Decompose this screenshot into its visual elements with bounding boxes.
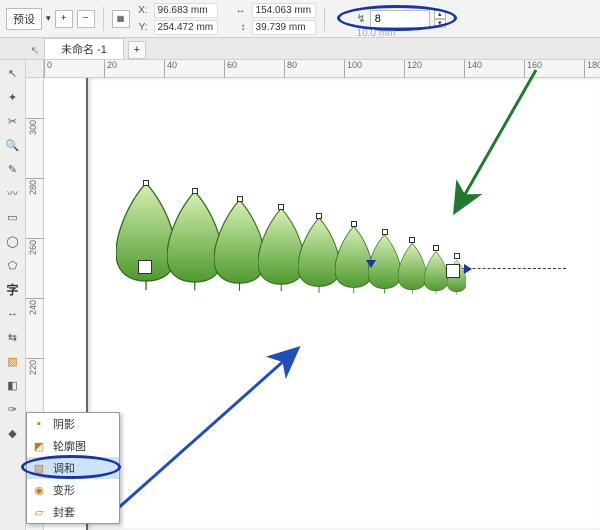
rectangle-tool-icon[interactable]: ▭ — [4, 208, 22, 226]
menu-item-轮廓图[interactable]: ◩ 轮廓图 — [27, 435, 119, 457]
steps-spinner[interactable]: ▴▾ — [434, 10, 446, 28]
ruler-v-tick: 300 — [26, 118, 44, 129]
node-handle[interactable] — [192, 188, 198, 194]
document-tab[interactable]: 未命名 -1 — [44, 38, 124, 59]
node-handle[interactable] — [143, 180, 149, 186]
transparency-tool-icon[interactable]: ◧ — [4, 376, 22, 394]
effects-flyout-menu: ▪ 阴影 ◩ 轮廓图 ▧ 调和 ◉ 变形 ▱ 封套 — [26, 412, 120, 524]
menu-item-label: 封套 — [53, 504, 75, 520]
pick-tool-icon[interactable]: ↖ — [26, 41, 44, 59]
blend-step-leaf[interactable] — [398, 240, 427, 297]
text-tool-icon[interactable]: 字 — [4, 280, 22, 298]
node-handle[interactable] — [278, 204, 284, 210]
height-label: ↕ — [224, 22, 246, 33]
blend-spacing-value: 10.0 mm — [357, 28, 396, 39]
blend-steps-input[interactable] — [370, 10, 430, 28]
x-label: X: — [134, 5, 148, 16]
node-handle[interactable] — [237, 196, 243, 202]
node-handle[interactable] — [433, 245, 439, 251]
height-value[interactable]: 39.739 mm — [252, 20, 316, 35]
ruler-v-tick: 220 — [26, 358, 44, 369]
toolbox: ↖ ✦ ✂ 🔍 ✎ 〰 ▭ ◯ ⬠ 字 ↔ ⇆ ▧ ◧ ✑ ◆ — [0, 60, 26, 530]
width-label: ↔ — [224, 5, 246, 16]
width-value[interactable]: 154.063 mm — [252, 3, 316, 18]
blend-steps-icon: ↯ — [357, 12, 366, 25]
menu-item-调和[interactable]: ▧ 调和 — [27, 457, 119, 479]
ruler-h-tick: 0 — [44, 60, 52, 78]
blend-direction-handle-icon[interactable] — [464, 264, 472, 274]
separator — [103, 7, 104, 31]
ruler-h-tick: 180 — [584, 60, 600, 78]
ruler-h-tick: 60 — [224, 60, 237, 78]
remove-preset-button[interactable]: − — [77, 10, 95, 28]
annotation-arrow-blue — [86, 330, 346, 530]
freehand-tool-icon[interactable]: ✎ — [4, 160, 22, 178]
blend-step-leaf[interactable] — [298, 216, 340, 295]
separator — [324, 7, 325, 31]
blend-accel-handle-icon[interactable] — [366, 260, 376, 268]
menu-item-icon: ▱ — [31, 504, 47, 520]
workspace: ↖ ✦ ✂ 🔍 ✎ 〰 ▭ ◯ ⬠ 字 ↔ ⇆ ▧ ◧ ✑ ◆ 0 20 40 60 8… — [0, 60, 600, 530]
node-handle[interactable] — [316, 213, 322, 219]
y-value[interactable]: 254.472 mm — [154, 20, 218, 35]
polygon-tool-icon[interactable]: ⬠ — [4, 256, 22, 274]
node-handle[interactable] — [454, 253, 460, 259]
artistic-tool-icon[interactable]: 〰 — [4, 184, 22, 202]
menu-item-变形[interactable]: ◉ 变形 — [27, 479, 119, 501]
shape-edit-tool-icon[interactable]: ✦ — [4, 88, 22, 106]
menu-item-label: 变形 — [53, 482, 75, 498]
position-readout: X: 96.683 mm ↔ 154.063 mm Y: 254.472 mm … — [134, 3, 316, 35]
fill-tool-icon[interactable]: ◆ — [4, 424, 22, 442]
crop-tool-icon[interactable]: ✂ — [4, 112, 22, 130]
menu-item-icon: ▪ — [31, 416, 47, 432]
ruler-v-tick: 280 — [26, 178, 44, 189]
ellipse-tool-icon[interactable]: ◯ — [4, 232, 22, 250]
pick-tool-icon[interactable]: ↖ — [4, 64, 22, 82]
menu-item-label: 阴影 — [53, 416, 75, 432]
effects-tool-icon[interactable]: ▧ — [4, 352, 22, 370]
node-handle[interactable] — [351, 221, 357, 227]
menu-item-icon: ◉ — [31, 482, 47, 498]
menu-item-阴影[interactable]: ▪ 阴影 — [27, 413, 119, 435]
property-bar: 预设 ▾ + − ▦ X: 96.683 mm ↔ 154.063 mm Y: … — [0, 0, 600, 38]
menu-item-label: 调和 — [53, 460, 75, 476]
add-preset-button[interactable]: + — [55, 10, 73, 28]
y-label: Y: — [134, 22, 148, 33]
preset-chevron-icon[interactable]: ▾ — [46, 13, 51, 24]
node-handle[interactable] — [382, 229, 388, 235]
ruler-h-tick: 100 — [344, 60, 362, 78]
blend-steps-group: ↯ ▴▾ 10.0 mm — [357, 10, 446, 28]
dimension-tool-icon[interactable]: ↔ — [4, 304, 22, 322]
document-tab-bar: ↖ 未命名 -1 + — [0, 38, 600, 60]
x-value[interactable]: 96.683 mm — [154, 3, 218, 18]
blend-step-leaf[interactable] — [424, 248, 448, 298]
connector-tool-icon[interactable]: ⇆ — [4, 328, 22, 346]
menu-item-icon: ◩ — [31, 438, 47, 454]
menu-item-label: 轮廓图 — [53, 438, 86, 454]
new-tab-button[interactable]: + — [128, 41, 146, 59]
menu-item-icon: ▧ — [31, 460, 47, 476]
ruler-v-tick: 240 — [26, 298, 44, 309]
menu-item-封套[interactable]: ▱ 封套 — [27, 501, 119, 523]
annotation-arrow-green — [406, 60, 556, 240]
ruler-v-tick: 260 — [26, 238, 44, 249]
blend-end-handle[interactable] — [446, 264, 460, 278]
ruler-h-tick: 80 — [284, 60, 297, 78]
ruler-corner[interactable] — [26, 60, 44, 78]
zoom-tool-icon[interactable]: 🔍 — [4, 136, 22, 154]
preset-dropdown[interactable]: 预设 — [6, 8, 42, 30]
eyedropper-tool-icon[interactable]: ✑ — [4, 400, 22, 418]
origin-grid-icon[interactable]: ▦ — [112, 10, 130, 28]
ruler-h-tick: 20 — [104, 60, 117, 78]
blend-start-handle[interactable] — [138, 260, 152, 274]
ruler-h-tick: 40 — [164, 60, 177, 78]
